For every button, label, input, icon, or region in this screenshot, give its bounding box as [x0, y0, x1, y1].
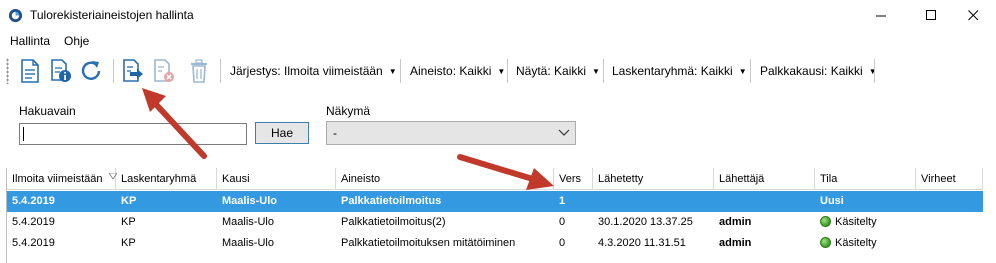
chevron-down-icon: ▼	[738, 67, 747, 76]
app-logo-icon	[8, 8, 23, 23]
cell-virheet	[916, 212, 983, 233]
chevron-down-icon: ▼	[592, 67, 600, 76]
view-select-value: -	[333, 126, 337, 140]
cell-virheet	[916, 191, 983, 212]
cell-kausi: Maalis-Ulo	[222, 195, 278, 207]
column-header[interactable]: Lähetetty	[593, 168, 714, 190]
delete-document-icon[interactable]	[152, 58, 176, 84]
cell-lahetetty: 4.3.2020 11.31.51	[598, 237, 686, 249]
toolbar: Järjestys: Ilmoita viimeistään ▼ Aineisto…	[0, 52, 996, 88]
column-header[interactable]: Tila	[815, 168, 916, 190]
close-button[interactable]	[950, 0, 996, 31]
sort-order-dropdown[interactable]: Järjestys: Ilmoita viimeistään ▼	[230, 64, 397, 78]
cell-lahetetty: 30.1.2020 13.37.25	[598, 216, 693, 228]
minimize-icon	[875, 15, 886, 17]
material-filter-dropdown[interactable]: Aineisto: Kaikki ▼	[410, 64, 505, 78]
data-grid: Ilmoita viimeistään Laskentaryhmä Kausi …	[6, 168, 983, 263]
cell-ryhma: KP	[121, 216, 136, 228]
cell-lahetetty	[593, 191, 714, 212]
status-label: Käsitelty	[835, 216, 877, 228]
material-filter-label: Aineisto: Kaikki	[410, 64, 492, 78]
cell-aineisto: Palkkatietoilmoitus(2)	[341, 216, 446, 228]
window-title: Tulorekisteriaineistojen hallinta	[30, 8, 194, 22]
chevron-down-icon: ▼	[497, 67, 506, 76]
column-header[interactable]: Virheet	[916, 168, 983, 190]
cell-vers: 1	[559, 195, 566, 207]
column-header[interactable]: Ilmoita viimeistään	[7, 168, 118, 190]
toolbar-separator	[400, 59, 401, 83]
show-filter-dropdown[interactable]: Näytä: Kaikki ▼	[516, 64, 600, 78]
cell-tila: Käsitelty	[815, 212, 916, 233]
cell-ilmoita: 5.4.2019	[12, 195, 55, 207]
pay-period-dropdown[interactable]: Palkkakausi: Kaikki ▼	[760, 64, 877, 78]
search-button[interactable]: Hae	[255, 122, 309, 144]
column-header[interactable]: Aineisto	[336, 168, 554, 190]
sort-order-label: Järjestys: Ilmoita viimeistään	[230, 64, 383, 78]
menu-ohje[interactable]: Ohje	[64, 34, 89, 48]
toolbar-separator	[750, 59, 751, 83]
document-info-icon[interactable]	[49, 58, 73, 84]
status-ok-icon	[820, 216, 831, 227]
toolbar-separator	[220, 59, 221, 83]
column-header[interactable]: Laskentaryhmä	[116, 168, 217, 190]
search-label: Hakuavain	[19, 104, 76, 118]
cell-vers: 0	[559, 216, 566, 228]
cell-ilmoita: 5.4.2019	[12, 237, 55, 249]
toolbar-separator	[113, 59, 114, 83]
toolbar-separator	[874, 59, 875, 83]
grid-header: Ilmoita viimeistään Laskentaryhmä Kausi …	[7, 168, 983, 190]
maximize-icon	[925, 10, 936, 20]
chevron-down-icon: ▼	[868, 67, 877, 76]
view-label: Näkymä	[326, 104, 371, 118]
refresh-icon[interactable]	[80, 58, 104, 84]
toolbar-separator	[507, 59, 508, 83]
trash-icon[interactable]	[187, 58, 211, 84]
cell-tila: Uusi	[820, 195, 844, 207]
pay-period-label: Palkkakausi: Kaikki	[760, 64, 863, 78]
view-select[interactable]: -	[326, 121, 576, 145]
table-row[interactable]: 5.4.2019 KP Maalis-Ulo Palkkatietoilmoit…	[7, 212, 983, 233]
column-header-label: Ilmoita viimeistään	[12, 173, 103, 185]
search-input[interactable]	[19, 123, 247, 145]
cell-vers: 0	[559, 237, 566, 249]
cell-lahettaja	[714, 191, 815, 212]
title-bar: Tulorekisteriaineistojen hallinta	[0, 0, 996, 31]
chevron-down-icon	[558, 129, 570, 136]
cell-aineisto: Palkkatietoilmoitus	[341, 195, 442, 207]
export-document-icon[interactable]	[121, 58, 145, 84]
new-document-icon[interactable]	[18, 58, 42, 84]
cell-aineisto: Palkkatietoilmoituksen mitätöiminen	[341, 237, 516, 249]
menu-bar: Hallinta Ohje	[0, 31, 996, 51]
show-filter-label: Näytä: Kaikki	[516, 64, 587, 78]
cell-lahettaja: admin	[719, 237, 752, 249]
column-header[interactable]: Lähettäjä	[714, 168, 815, 190]
cell-virheet	[916, 233, 983, 254]
toolbar-separator	[603, 59, 604, 83]
calc-group-dropdown[interactable]: Laskentaryhmä: Kaikki ▼	[612, 64, 747, 78]
calc-group-label: Laskentaryhmä: Kaikki	[612, 64, 733, 78]
status-ok-icon	[820, 237, 831, 248]
table-row[interactable]: 5.4.2019 KP Maalis-Ulo Palkkatietoilmoit…	[7, 233, 983, 254]
table-row[interactable]: 5.4.2019 KP Maalis-Ulo Palkkatietoilmoit…	[7, 191, 983, 212]
column-header[interactable]: Vers	[554, 168, 593, 190]
cell-ryhma: KP	[121, 195, 137, 207]
maximize-button[interactable]	[908, 0, 954, 31]
chevron-down-icon: ▼	[388, 67, 397, 76]
cell-ilmoita: 5.4.2019	[12, 216, 55, 228]
column-header[interactable]: Kausi	[217, 168, 336, 190]
text-cursor	[23, 127, 24, 141]
menu-hallinta[interactable]: Hallinta	[10, 34, 50, 48]
cell-tila: Käsitelty	[815, 233, 916, 254]
close-icon	[967, 10, 978, 21]
toolbar-grip[interactable]	[6, 58, 9, 84]
cell-kausi: Maalis-Ulo	[222, 216, 274, 228]
cell-lahettaja: admin	[719, 216, 752, 228]
cell-ryhma: KP	[121, 237, 136, 249]
status-label: Käsitelty	[835, 237, 877, 249]
cell-kausi: Maalis-Ulo	[222, 237, 274, 249]
minimize-button[interactable]	[858, 0, 904, 31]
